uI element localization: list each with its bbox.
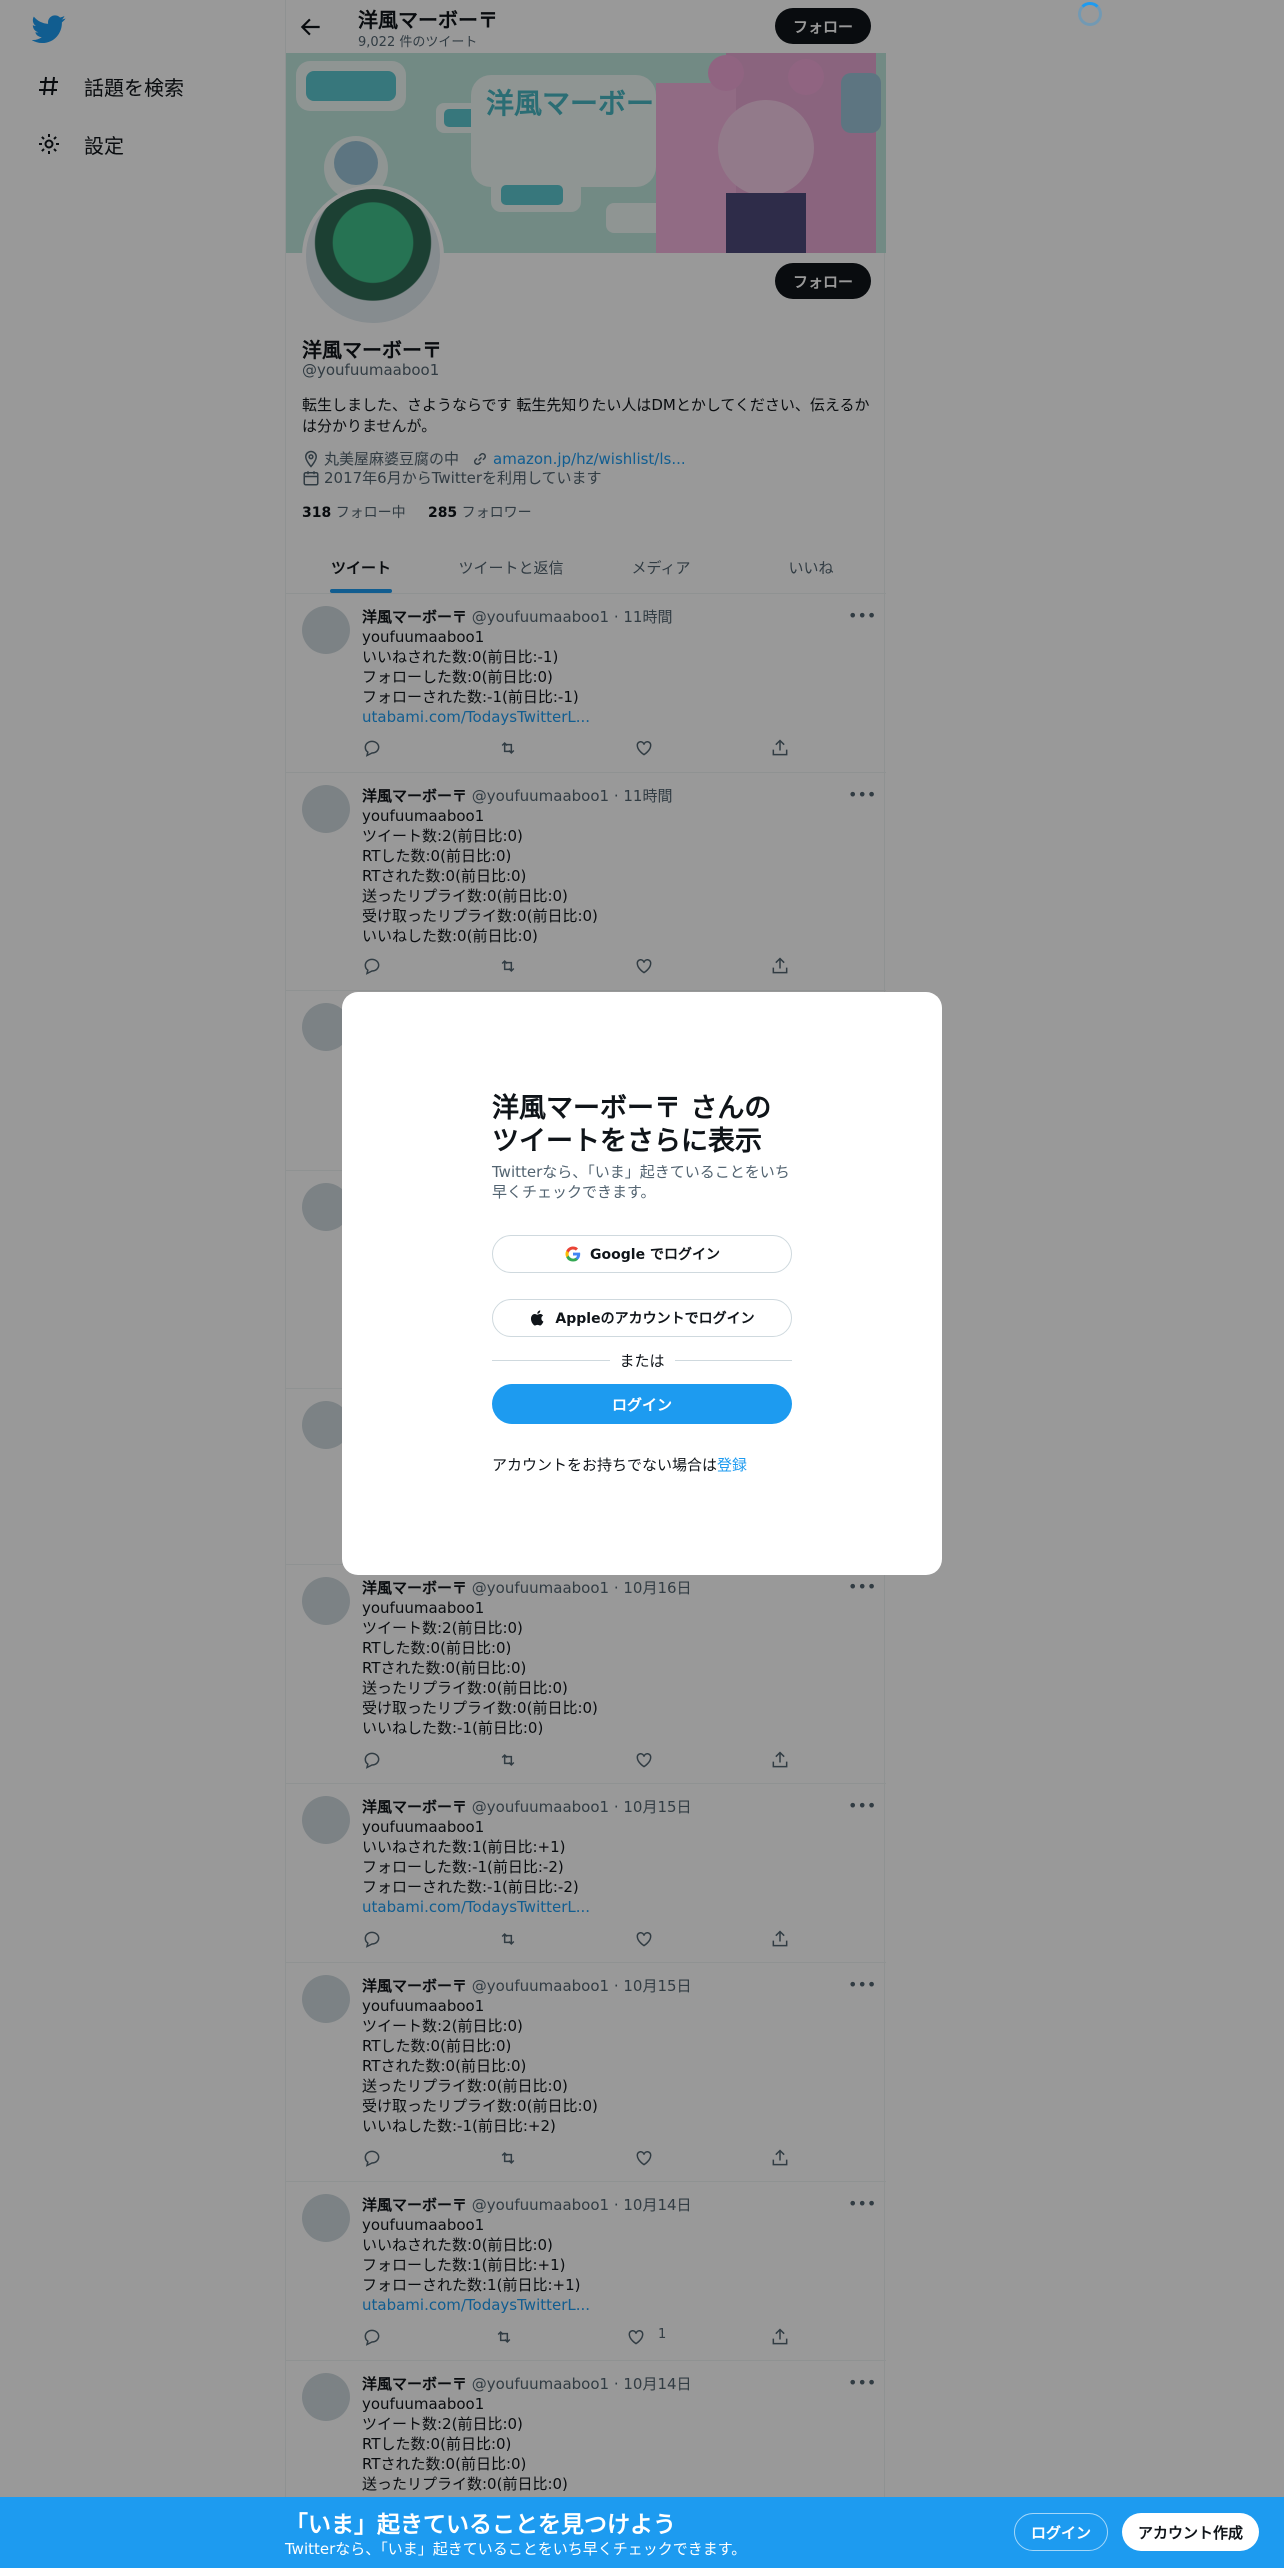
- bottombar-subtitle: Twitterなら、「いま」起きていることをいち早くチェックできます。: [285, 2540, 747, 2558]
- apple-icon: [531, 1310, 544, 1326]
- google-icon: [565, 1246, 581, 1262]
- apple-login-label: Appleのアカウントでログイン: [555, 1311, 755, 1327]
- apple-login-button[interactable]: Appleのアカウントでログイン: [492, 1299, 792, 1337]
- bottombar-login-button[interactable]: ログイン: [1014, 2513, 1109, 2551]
- modal-subtitle: Twitterなら、「いま」起きていることをいち早くチェックできます。: [492, 1163, 790, 1201]
- google-login-button[interactable]: Google でログイン: [492, 1235, 792, 1273]
- bottom-signup-bar: 「いま」起きていることを見つけよう Twitterなら、「いま」起きていることを…: [0, 2497, 1284, 2568]
- login-button[interactable]: ログイン: [492, 1384, 792, 1424]
- bottombar-signup-button[interactable]: アカウント作成: [1122, 2513, 1260, 2551]
- signup-link[interactable]: 登録: [717, 1456, 747, 1474]
- signup-prefix: アカウントをお持ちでない場合は: [492, 1456, 718, 1474]
- loading-spinner-icon: [1078, 2, 1102, 26]
- bottombar-title: 「いま」起きていることを見つけよう: [285, 2512, 676, 2538]
- google-login-label: Google でログイン: [590, 1247, 720, 1263]
- modal-title: 洋風マーボー〒 さんのツイートをさらに表示: [492, 1093, 772, 1157]
- login-modal: 洋風マーボー〒 さんのツイートをさらに表示 Twitterなら、「いま」起きてい…: [342, 992, 942, 1575]
- signup-prompt: アカウントをお持ちでない場合は登録: [492, 1454, 747, 1475]
- or-label: または: [619, 1351, 665, 1370]
- or-divider: または: [492, 1350, 793, 1370]
